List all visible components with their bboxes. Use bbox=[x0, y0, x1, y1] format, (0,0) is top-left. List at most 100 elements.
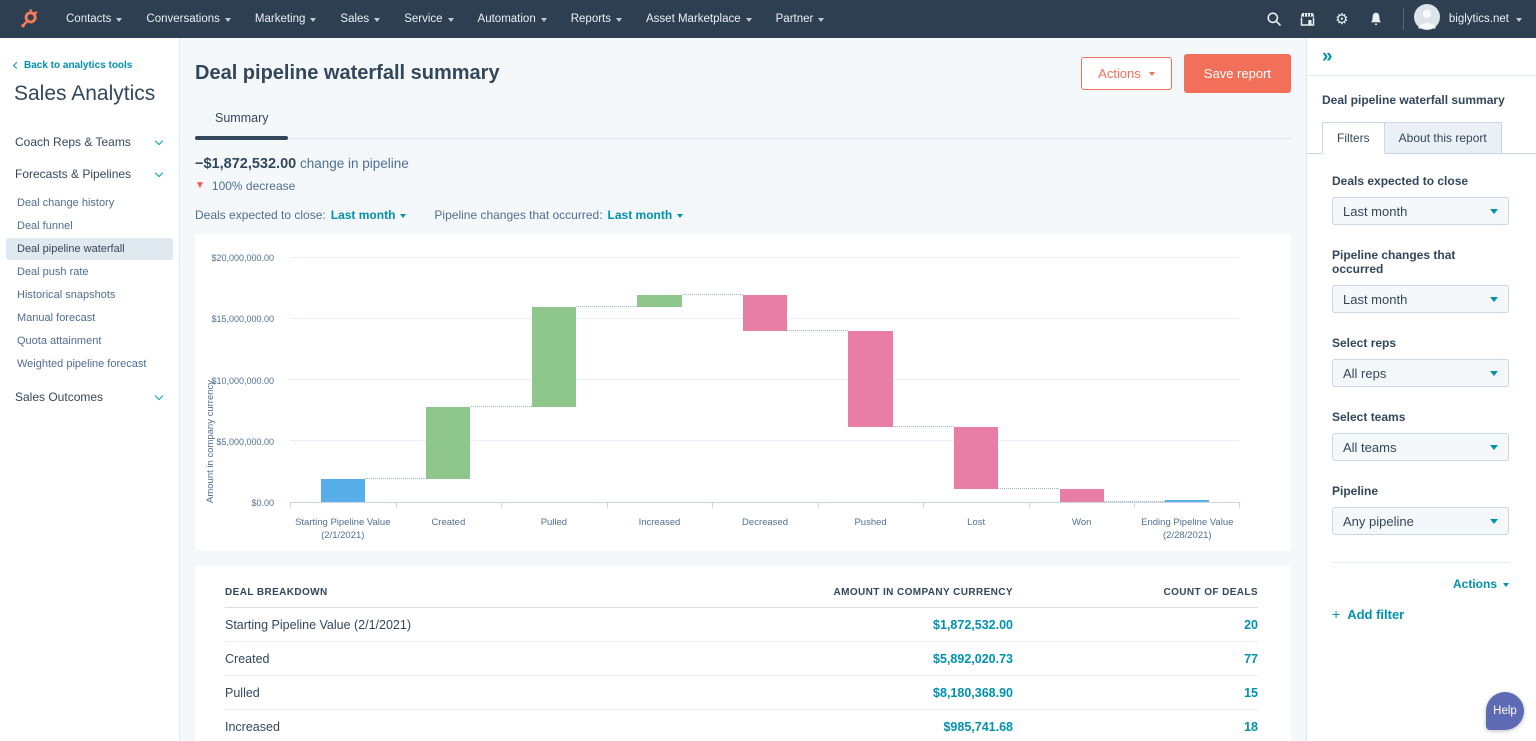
nav-item-conversations[interactable]: Conversations bbox=[134, 0, 243, 38]
sidebar-section-items: Deal change historyDeal funnelDeal pipel… bbox=[14, 192, 165, 375]
count-cell[interactable]: 20 bbox=[1013, 618, 1258, 632]
deals-close-filter-dropdown[interactable]: Last month bbox=[331, 208, 407, 222]
actions-button[interactable]: Actions bbox=[1081, 57, 1172, 90]
account-menu[interactable]: biglytics.net bbox=[1449, 13, 1522, 25]
filter-field-select-reps: Select reps All reps bbox=[1332, 336, 1509, 387]
chevron-down-icon bbox=[1516, 18, 1522, 22]
y-tick-label: $15,000,000.00 bbox=[211, 314, 282, 324]
tab-filters[interactable]: Filters bbox=[1322, 122, 1385, 154]
search-icon[interactable] bbox=[1257, 0, 1291, 38]
x-axis-label: Lost bbox=[923, 517, 1029, 543]
bar-starting-pipeline-value[interactable] bbox=[321, 479, 365, 502]
bar-lost[interactable] bbox=[954, 427, 998, 490]
help-button[interactable]: Help bbox=[1486, 692, 1524, 730]
deal-breakdown-cell: Pulled bbox=[225, 686, 713, 700]
gridline bbox=[290, 379, 1240, 380]
nav-item-contacts[interactable]: Contacts bbox=[54, 0, 134, 38]
x-axis-label: Decreased bbox=[712, 517, 818, 543]
notifications-icon[interactable] bbox=[1359, 0, 1393, 38]
col-header-count: COUNT OF DEALS bbox=[1013, 587, 1258, 598]
bar-won[interactable] bbox=[1060, 489, 1104, 502]
panel-actions-dropdown[interactable]: Actions bbox=[1453, 577, 1509, 591]
sidebar-item-deal-pipeline-waterfall[interactable]: Deal pipeline waterfall bbox=[6, 238, 173, 260]
amount-cell[interactable]: $8,180,368.90 bbox=[713, 686, 1013, 700]
nav-item-asset-marketplace[interactable]: Asset Marketplace bbox=[634, 0, 764, 38]
report-tabs: Summary bbox=[195, 105, 1291, 139]
pipeline-changes-filter-dropdown[interactable]: Last month bbox=[608, 208, 684, 222]
sidebar-item-deal-push-rate[interactable]: Deal push rate bbox=[6, 261, 173, 283]
filter-field-value: Last month bbox=[1343, 204, 1407, 219]
axis-tick bbox=[607, 503, 608, 508]
amount-cell[interactable]: $5,892,020.73 bbox=[713, 652, 1013, 666]
count-cell[interactable]: 77 bbox=[1013, 652, 1258, 666]
nav-item-marketing[interactable]: Marketing bbox=[243, 0, 329, 38]
count-cell[interactable]: 15 bbox=[1013, 686, 1258, 700]
filter-field-select[interactable]: All teams bbox=[1332, 433, 1509, 461]
chevron-down-icon bbox=[818, 18, 824, 22]
filter-field-select[interactable]: Last month bbox=[1332, 285, 1509, 313]
triangle-down-icon: ▼ bbox=[195, 181, 205, 191]
tab-summary[interactable]: Summary bbox=[195, 105, 288, 138]
x-axis-label: Ending Pipeline Value(2/28/2021) bbox=[1135, 517, 1241, 543]
amount-cell[interactable]: $985,741.68 bbox=[713, 720, 1013, 734]
pipeline-change-metric: −$1,872,532.00 change in pipeline bbox=[195, 156, 1291, 172]
nav-item-label: Reports bbox=[571, 13, 611, 25]
x-axis-label: Created bbox=[396, 517, 502, 543]
filter-field-select[interactable]: All reps bbox=[1332, 359, 1509, 387]
axis-tick bbox=[396, 503, 397, 508]
filter-field-select-teams: Select teamsAll teams bbox=[1332, 410, 1509, 461]
nav-item-service[interactable]: Service bbox=[392, 0, 465, 38]
count-cell[interactable]: 18 bbox=[1013, 720, 1258, 734]
nav-item-partner[interactable]: Partner bbox=[764, 0, 837, 38]
chevron-down-icon bbox=[616, 18, 622, 22]
sidebar-title: Sales Analytics bbox=[14, 82, 165, 106]
back-to-analytics-link[interactable]: Back to analytics tools bbox=[14, 60, 165, 71]
settings-icon[interactable]: ⚙ bbox=[1325, 0, 1359, 38]
sidebar-item-deal-funnel[interactable]: Deal funnel bbox=[6, 215, 173, 237]
collapse-panel-icon[interactable]: » bbox=[1322, 46, 1333, 67]
sidebar-item-deal-change-history[interactable]: Deal change history bbox=[6, 192, 173, 214]
sidebar-section-sales-outcomes[interactable]: Sales Outcomes bbox=[14, 381, 165, 413]
analytics-sidebar: Back to analytics tools Sales Analytics … bbox=[0, 38, 180, 741]
nav-item-label: Contacts bbox=[66, 13, 111, 25]
nav-item-sales[interactable]: Sales bbox=[328, 0, 392, 38]
sidebar-item-quota-attainment[interactable]: Quota attainment bbox=[6, 330, 173, 352]
filter-field-label: Select reps bbox=[1332, 336, 1509, 350]
add-filter-button[interactable]: + Add filter bbox=[1332, 606, 1509, 622]
y-tick-label: $5,000,000.00 bbox=[216, 437, 282, 447]
bar-pulled[interactable] bbox=[532, 307, 576, 407]
marketplace-icon[interactable] bbox=[1291, 0, 1325, 38]
table-header-row: DEAL BREAKDOWN AMOUNT IN COMPANY CURRENC… bbox=[225, 578, 1258, 608]
sidebar-item-weighted-pipeline-forecast[interactable]: Weighted pipeline forecast bbox=[6, 353, 173, 375]
nav-item-automation[interactable]: Automation bbox=[466, 0, 559, 38]
chevron-down-icon bbox=[374, 18, 380, 22]
y-axis-ticks: $0.00$5,000,000.00$10,000,000.00$15,000,… bbox=[195, 258, 282, 503]
filter-field-label: Pipeline bbox=[1332, 484, 1509, 498]
axis-tick bbox=[923, 503, 924, 508]
filter-field-label: Deals expected to close bbox=[1332, 174, 1509, 188]
sidebar-section-forecasts-pipelines[interactable]: Forecasts & Pipelines bbox=[14, 158, 165, 190]
sidebar-item-historical-snapshots[interactable]: Historical snapshots bbox=[6, 284, 173, 306]
bar-pushed[interactable] bbox=[848, 331, 892, 426]
nav-item-reports[interactable]: Reports bbox=[559, 0, 634, 38]
deal-breakdown-table: DEAL BREAKDOWN AMOUNT IN COMPANY CURRENC… bbox=[195, 566, 1291, 741]
amount-cell[interactable]: $1,872,532.00 bbox=[713, 618, 1013, 632]
table-body: Starting Pipeline Value (2/1/2021)$1,872… bbox=[225, 608, 1258, 741]
chevron-left-icon bbox=[13, 62, 20, 69]
avatar[interactable] bbox=[1414, 4, 1440, 35]
deal-breakdown-cell: Increased bbox=[225, 720, 713, 734]
nav-right-cluster: ⚙ biglytics.net bbox=[1257, 0, 1522, 38]
filter-field-select[interactable]: Any pipeline bbox=[1332, 507, 1509, 535]
bar-increased[interactable] bbox=[637, 295, 681, 307]
page-title: Deal pipeline waterfall summary bbox=[195, 54, 500, 85]
filter-field-select[interactable]: Last month bbox=[1332, 197, 1509, 225]
save-report-button[interactable]: Save report bbox=[1184, 54, 1291, 93]
sidebar-item-manual-forecast[interactable]: Manual forecast bbox=[6, 307, 173, 329]
bar-ending-pipeline-value[interactable] bbox=[1165, 500, 1209, 502]
bar-decreased[interactable] bbox=[743, 295, 787, 331]
hubspot-logo-icon[interactable] bbox=[18, 7, 40, 31]
tab-about-this-report[interactable]: About this report bbox=[1385, 122, 1502, 154]
sidebar-section-coach-reps-teams[interactable]: Coach Reps & Teams bbox=[14, 126, 165, 158]
bar-created[interactable] bbox=[426, 407, 470, 479]
account-name: biglytics.net bbox=[1449, 13, 1509, 25]
